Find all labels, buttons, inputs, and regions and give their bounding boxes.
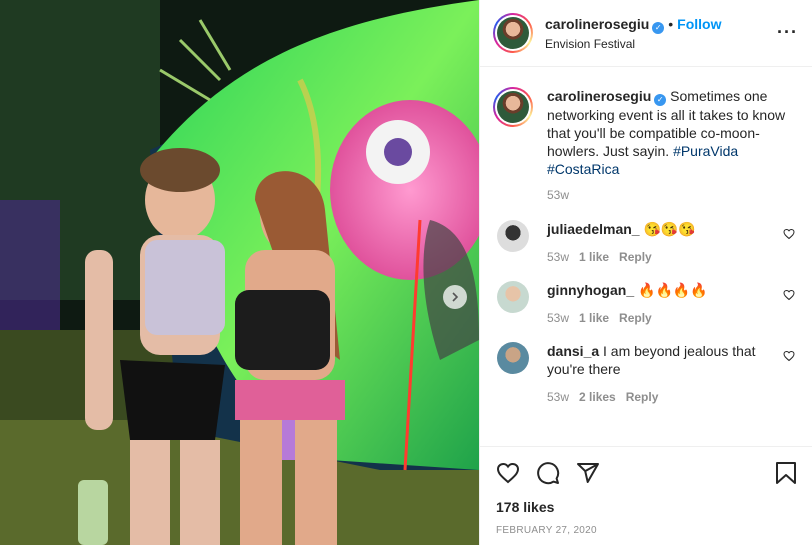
post-actions: 178 likes FEBRUARY 27, 2020	[480, 446, 812, 545]
comment-time: 53w	[547, 390, 570, 404]
save-button[interactable]	[775, 461, 797, 488]
comment-text: 🔥🔥🔥🔥	[638, 282, 708, 298]
caption-timestamp: 53w	[547, 188, 570, 202]
post-side-panel: carolinerosegiu ✓ • Follow Envision Festiva…	[479, 0, 812, 545]
comment-username[interactable]: dansi_a	[547, 343, 599, 359]
comment-item: ginnyhogan_ 🔥🔥🔥🔥 53w 1 like Reply	[493, 281, 798, 327]
caption-username[interactable]: carolinerosegiu	[547, 88, 651, 104]
comment-item: dansi_a I am beyond jealous that you're …	[493, 342, 798, 406]
hashtag-link[interactable]: #PuraVida	[673, 143, 738, 159]
comment-item: juliaedelman_ 😘😘😘 53w 1 like Reply	[493, 220, 798, 266]
caption-author-avatar[interactable]	[493, 87, 533, 127]
heart-icon	[496, 462, 520, 484]
separator-dot: •	[668, 15, 674, 32]
post-header: carolinerosegiu ✓ • Follow Envision Festiva…	[480, 0, 812, 67]
verified-badge-icon: ✓	[654, 94, 667, 106]
follow-button[interactable]: Follow	[677, 16, 721, 32]
chevron-right-icon	[452, 292, 459, 302]
verified-badge-icon: ✓	[652, 21, 665, 34]
comment-button[interactable]	[536, 461, 560, 485]
comment-username[interactable]: juliaedelman_	[547, 221, 640, 237]
author-username[interactable]: carolinerosegiu	[545, 16, 649, 32]
like-button[interactable]	[496, 461, 520, 485]
comment-time: 53w	[547, 311, 570, 325]
commenter-avatar[interactable]	[497, 342, 529, 374]
comment-likes[interactable]: 1 like	[579, 250, 609, 264]
comment-text: 😘😘😘	[643, 221, 696, 237]
heart-icon[interactable]	[783, 289, 795, 301]
comment-username[interactable]: ginnyhogan_	[547, 282, 634, 298]
comment-likes[interactable]: 2 likes	[579, 390, 616, 404]
author-avatar[interactable]	[493, 13, 533, 53]
commenter-avatar[interactable]	[497, 281, 529, 313]
carousel-next-button[interactable]	[443, 285, 467, 309]
reply-button[interactable]: Reply	[619, 311, 652, 325]
heart-icon[interactable]	[783, 350, 795, 362]
more-options-icon[interactable]: ···	[777, 22, 798, 43]
post-modal: carolinerosegiu ✓ • Follow Envision Festiva…	[0, 0, 812, 545]
commenter-avatar[interactable]	[497, 220, 529, 252]
comment-likes[interactable]: 1 like	[579, 311, 609, 325]
comments-list: carolinerosegiu ✓ Sometimes one networkin…	[480, 67, 812, 406]
reply-button[interactable]: Reply	[619, 250, 652, 264]
share-button[interactable]	[576, 461, 600, 485]
comment-icon	[537, 462, 560, 485]
photo-illustration	[0, 0, 479, 545]
post-caption: carolinerosegiu ✓ Sometimes one networkin…	[493, 67, 798, 178]
post-photo	[0, 0, 479, 545]
heart-icon[interactable]	[783, 228, 795, 240]
post-location[interactable]: Envision Festival	[545, 37, 722, 51]
post-date: FEBRUARY 27, 2020	[496, 525, 597, 536]
comment-time: 53w	[547, 250, 570, 264]
share-icon	[577, 463, 599, 483]
bookmark-icon	[776, 462, 796, 484]
reply-button[interactable]: Reply	[626, 390, 659, 404]
likes-count[interactable]: 178 likes	[496, 499, 797, 515]
hashtag-link[interactable]: #CostaRica	[547, 161, 619, 177]
